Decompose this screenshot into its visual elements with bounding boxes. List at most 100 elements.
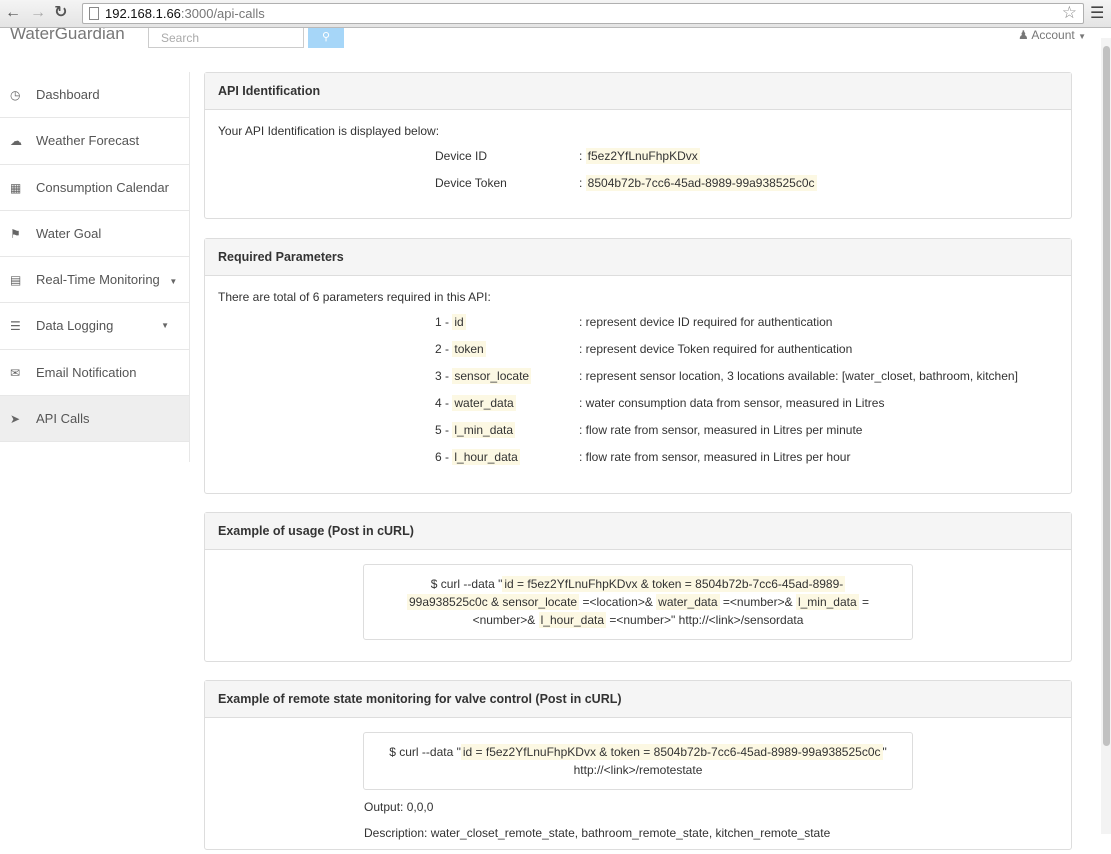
caret-down-icon: ▼	[161, 321, 169, 331]
param-number: 1 -	[435, 315, 450, 329]
code-text: =	[858, 595, 869, 609]
param-row: 4 - water_data : water consumption data …	[218, 394, 1058, 421]
param-name-wrap: 1 - id	[435, 313, 466, 331]
sidebar-item-real-time-monitoring[interactable]: ▤ Real-Time Monitoring ▼	[0, 257, 189, 304]
param-desc: : represent sensor location, 3 locations…	[579, 369, 1018, 383]
code-text: $ curl --data "	[389, 745, 461, 759]
back-arrow-icon[interactable]: ←	[5, 3, 21, 23]
calendar-icon: ▦	[10, 180, 22, 195]
url-path: :3000/api-calls	[180, 6, 265, 21]
device-token-label: Device Token	[435, 176, 507, 190]
code-line: $ curl --data " id = f5ez2YfLnuFhpKDvx & …	[379, 575, 897, 593]
sidebar-item-dashboard[interactable]: ◷ Dashboard	[0, 72, 189, 119]
code-highlight: id = f5ez2YfLnuFhpKDvx & token = 8504b72…	[502, 576, 846, 592]
sidebar-item-consumption-calendar[interactable]: ▦ Consumption Calendar	[0, 165, 189, 211]
monitor-icon: ▤	[10, 273, 22, 288]
panel-intro: There are total of 6 parameters required…	[218, 290, 491, 304]
code-text: =<number>" http://<link>/sensordata	[606, 613, 804, 627]
panel-title: Required Parameters	[205, 239, 1071, 276]
sidebar-item-data-logging[interactable]: ☰ Data Logging ▼	[0, 303, 189, 350]
code-highlight: l_min_data	[795, 594, 859, 610]
address-bar[interactable]: 192.168.1.66:3000/api-calls ☆	[82, 3, 1084, 24]
param-row: 5 - l_min_data : flow rate from sensor, …	[218, 421, 1058, 448]
sidebar: ◷ Dashboard ☁ Weather Forecast ▦ Consump…	[0, 72, 190, 462]
param-desc: : flow rate from sensor, measured in Lit…	[579, 423, 863, 437]
url-host: 192.168.1.66	[105, 6, 181, 21]
sidebar-item-label: Weather Forecast	[36, 133, 140, 149]
param-desc: : water consumption data from sensor, me…	[579, 396, 885, 410]
code-line: $ curl --data " id = f5ez2YfLnuFhpKDvx & …	[379, 743, 897, 761]
bookmark-star-icon[interactable]: ☆	[1062, 3, 1077, 22]
sidebar-item-email-notification[interactable]: ✉ Email Notification	[0, 350, 189, 397]
page-icon	[89, 7, 99, 20]
param-number: 2 -	[435, 342, 450, 356]
panel-title: Example of usage (Post in cURL)	[205, 513, 1071, 550]
flag-icon: ⚑	[10, 226, 21, 241]
param-name-wrap: 4 - water_data	[435, 394, 516, 412]
param-name-wrap: 5 - l_min_data	[435, 421, 516, 439]
remote-code-block[interactable]: $ curl --data " id = f5ez2YfLnuFhpKDvx & …	[363, 732, 913, 790]
param-name-wrap: 3 - sensor_locate	[435, 367, 532, 385]
search-button[interactable]: ⚲	[308, 28, 344, 48]
param-desc: : represent device Token required for au…	[579, 342, 853, 356]
send-icon: ➤	[10, 412, 21, 427]
search-input[interactable]: Search	[148, 28, 304, 48]
code-line: http://<link>/remotestate	[573, 763, 703, 777]
account-label: Account	[1031, 28, 1075, 42]
device-id-row: Device ID : f5ez2YfLnuFhpKDvx	[218, 147, 1058, 174]
code-text: <number>&	[472, 613, 539, 627]
param-name: id	[452, 314, 466, 330]
param-number: 5 -	[435, 423, 450, 437]
param-desc: : represent device ID required for authe…	[579, 315, 833, 329]
panel-title: API Identification	[205, 73, 1071, 110]
browser-toolbar: ← → ↻ 192.168.1.66:3000/api-calls ☆ ☰	[0, 0, 1111, 28]
code-line: 99a938525c0c & sensor_locate =<location>…	[379, 593, 897, 611]
code-highlight: l_hour_data	[538, 612, 607, 628]
param-row: 1 - id : represent device ID required fo…	[218, 313, 1058, 340]
browser-menu-icon[interactable]: ☰	[1090, 3, 1104, 23]
search-icon: ⚲	[321, 31, 331, 43]
param-name-wrap: 2 - token	[435, 340, 486, 358]
remote-state-example-panel: Example of remote state monitoring for v…	[204, 680, 1072, 850]
sidebar-item-weather-forecast[interactable]: ☁ Weather Forecast	[0, 118, 189, 165]
param-row: 2 - token : represent device Token requi…	[218, 340, 1058, 367]
device-id-value-wrap: : f5ez2YfLnuFhpKDvx	[579, 148, 700, 164]
param-number: 4 -	[435, 396, 450, 410]
usage-code-block[interactable]: $ curl --data " id = f5ez2YfLnuFhpKDvx & …	[363, 564, 913, 640]
reload-icon[interactable]: ↻	[54, 3, 67, 23]
forward-arrow-icon[interactable]: →	[30, 3, 46, 23]
sidebar-item-water-goal[interactable]: ⚑ Water Goal	[0, 211, 189, 258]
clock-icon: ◷	[10, 88, 21, 102]
code-highlight: water_data	[656, 594, 720, 610]
user-icon: ♟	[1017, 28, 1029, 42]
param-name: l_min_data	[452, 422, 516, 438]
device-token-value: 8504b72b-7cc6-45ad-8989-99a938525c0c	[585, 175, 817, 191]
param-name: l_hour_data	[452, 449, 520, 465]
code-text: $ curl --data "	[430, 577, 503, 591]
usage-example-panel: Example of usage (Post in cURL) $ curl -…	[204, 512, 1072, 662]
sidebar-item-label: API Calls	[36, 411, 90, 427]
list-icon: ☰	[10, 319, 21, 334]
sidebar-item-label: Real-Time Monitoring	[36, 272, 160, 288]
param-name: water_data	[452, 395, 516, 411]
chevron-down-icon: ▼	[1078, 32, 1086, 41]
param-row: 6 - l_hour_data : flow rate from sensor,…	[218, 448, 1058, 475]
param-name: token	[452, 341, 486, 357]
param-desc: : flow rate from sensor, measured in Lit…	[579, 450, 851, 464]
brand-logo[interactable]: WaterGuardian	[10, 28, 125, 44]
device-token-row: Device Token : 8504b72b-7cc6-45ad-8989-9…	[218, 174, 1058, 201]
param-number: 6 -	[435, 450, 450, 464]
top-navbar: WaterGuardian Search ⚲ ♟ Account ▼	[0, 28, 1100, 50]
sidebar-item-api-calls[interactable]: ➤ API Calls	[0, 396, 189, 443]
device-token-value-wrap: : 8504b72b-7cc6-45ad-8989-99a938525c0c	[579, 175, 817, 191]
output-text: Output: 0,0,0	[364, 800, 434, 814]
code-text: "	[882, 745, 887, 759]
code-highlight: id = f5ez2YfLnuFhpKDvx & token = 8504b72…	[460, 744, 883, 760]
code-text: =<number>&	[719, 595, 796, 609]
panel-title: Example of remote state monitoring for v…	[205, 681, 1071, 718]
param-name: sensor_locate	[452, 368, 532, 384]
cloud-icon: ☁	[10, 134, 22, 149]
account-menu[interactable]: ♟ Account ▼	[1018, 28, 1086, 42]
page-scrollbar[interactable]	[1101, 38, 1111, 834]
scrollbar-thumb[interactable]	[1103, 46, 1110, 746]
